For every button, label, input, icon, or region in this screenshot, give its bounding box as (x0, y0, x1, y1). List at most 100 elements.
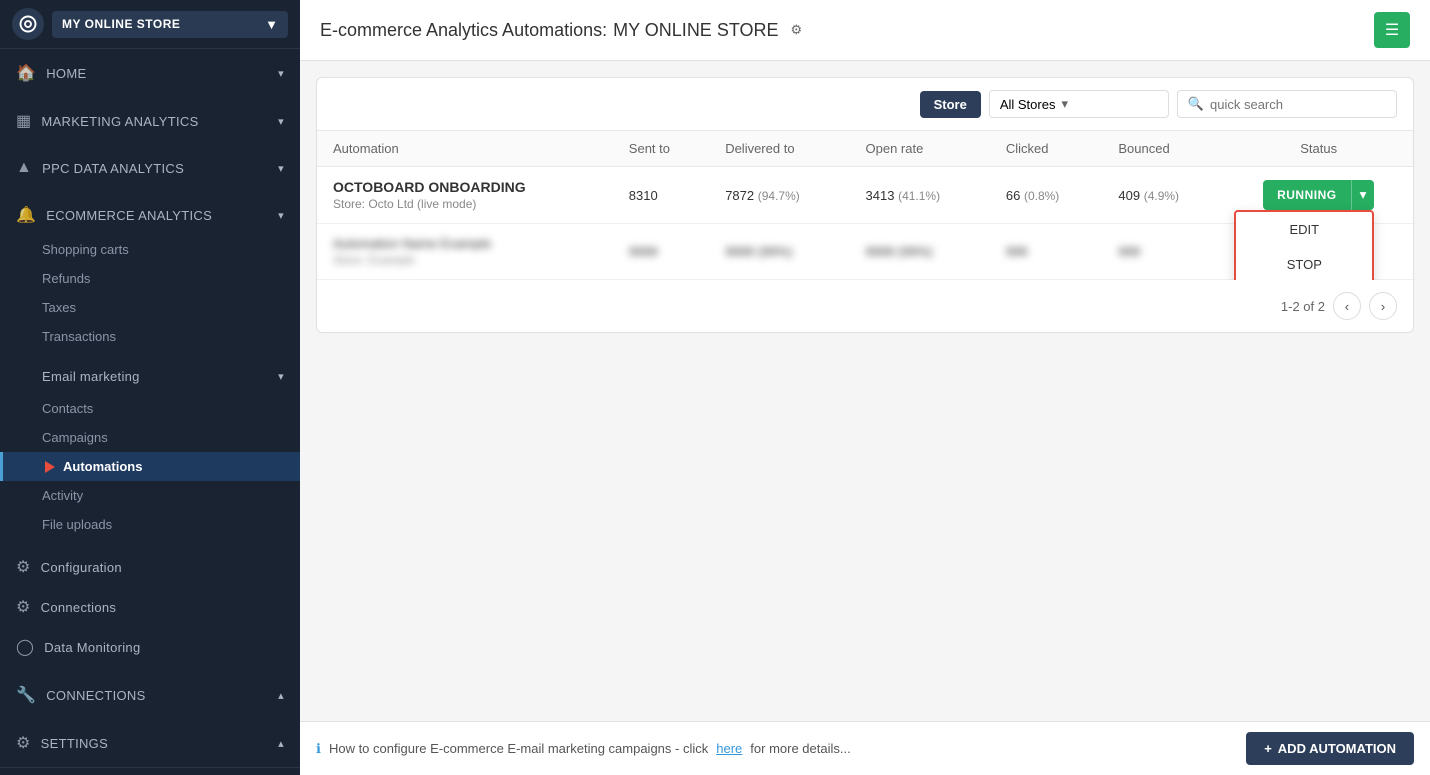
blurred-name-cell: Automation Name Example Store: Example (317, 224, 613, 280)
sidebar-item-ppc-analytics[interactable]: ▲ PPC DATA ANALYTICS ▾ (0, 149, 300, 187)
page-title: E-commerce Analytics Automations: MY ONL… (320, 20, 802, 41)
open-rate-cell: 3413 (41.1%) (850, 167, 990, 224)
nav-settings-section: ⚙ SETTINGS ▴ (0, 719, 300, 767)
content-area: Store All Stores ▾ 🔍 Automation Sent to (300, 61, 1430, 721)
sidebar-item-shopping-carts[interactable]: Shopping carts (0, 235, 300, 264)
page-title-store: MY ONLINE STORE (613, 20, 778, 41)
bounced-value: 409 (1118, 188, 1140, 203)
sidebar-item-ecommerce-analytics[interactable]: 🔔 ECOMMERCE ANALYTICS ▾ (0, 195, 300, 235)
sidebar-header: MY ONLINE STORE ▼ (0, 0, 300, 49)
table-header: Automation Sent to Delivered to Open rat… (317, 131, 1413, 167)
page-title-prefix: E-commerce Analytics Automations: (320, 20, 607, 41)
blurred-delivered: 9999 (99%) (725, 244, 792, 259)
info-suffix: for more details... (750, 741, 850, 756)
sidebar-item-refunds[interactable]: Refunds (0, 264, 300, 293)
store-selector[interactable]: MY ONLINE STORE ▼ (52, 11, 288, 38)
card-toolbar: Store All Stores ▾ 🔍 (317, 78, 1413, 131)
shopping-carts-label: Shopping carts (42, 242, 129, 257)
sidebar-item-transactions[interactable]: Transactions (0, 322, 300, 351)
status-cell: RUNNING ▾ EDIT STOP START NOW ACTIVATE (1224, 167, 1413, 224)
blurred-bounced-cell: 999 (1102, 224, 1224, 280)
chevron-down-icon: ▾ (278, 209, 284, 222)
status-wrapper: RUNNING ▾ EDIT STOP START NOW ACTIVATE (1263, 180, 1374, 210)
brand-logo (12, 8, 44, 40)
col-open-rate: Open rate (850, 131, 990, 167)
file-uploads-label: File uploads (42, 517, 112, 532)
sidebar-item-taxes[interactable]: Taxes (0, 293, 300, 322)
connections-gear-icon: ⚙ (16, 597, 31, 617)
settings-icon: ⚙ (16, 733, 31, 753)
automations-card: Store All Stores ▾ 🔍 Automation Sent to (316, 77, 1414, 333)
prev-page-button[interactable]: ‹ (1333, 292, 1361, 320)
email-marketing-label: Email marketing (42, 369, 140, 384)
nav-email-section: Email marketing ▾ Contacts Campaigns Aut… (0, 355, 300, 543)
nav-connections-section: 🔧 CONNECTIONS ▴ (0, 671, 300, 719)
sidebar-item-activity[interactable]: Activity (0, 481, 300, 510)
dropdown-edit[interactable]: EDIT (1236, 212, 1372, 247)
running-dropdown-button[interactable]: ▾ (1351, 180, 1375, 210)
chevron-down-icon: ▾ (278, 370, 284, 383)
sidebar-item-home[interactable]: 🏠 HOME ▾ (0, 53, 300, 93)
blurred-sent: 9999 (629, 244, 658, 259)
add-automation-button[interactable]: + ADD AUTOMATION (1246, 732, 1414, 765)
sidebar-item-automations[interactable]: Automations (0, 452, 300, 481)
blurred-delivered-cell: 9999 (99%) (709, 224, 849, 280)
dropdown-stop[interactable]: STOP (1236, 247, 1372, 280)
search-input[interactable] (1210, 97, 1386, 112)
sidebar-item-file-uploads[interactable]: File uploads (0, 510, 300, 539)
sidebar-item-campaigns[interactable]: Campaigns (0, 423, 300, 452)
sidebar-item-configuration[interactable]: ⚙ Configuration (0, 547, 300, 587)
delivered-pct: (94.7%) (758, 189, 800, 203)
blurred-store: Store: Example (333, 253, 597, 267)
configuration-label: Configuration (41, 560, 122, 575)
bottom-bar: ℹ How to configure E-commerce E-mail mar… (300, 721, 1430, 775)
blurred-bounced: 999 (1118, 244, 1140, 259)
wrench-icon: 🔧 (16, 685, 36, 705)
quick-search-box[interactable]: 🔍 (1177, 90, 1397, 118)
automations-table-container: Automation Sent to Delivered to Open rat… (317, 131, 1413, 280)
table-footer: 1-2 of 2 ‹ › (317, 280, 1413, 332)
dropdown-chevron-icon: ▾ (1061, 96, 1068, 112)
blurred-name: Automation Name Example (333, 236, 597, 251)
status-dropdown-menu: EDIT STOP START NOW ACTIVATE DUPLICATE (1234, 210, 1374, 280)
connections-header-label: CONNECTIONS (46, 688, 145, 703)
ppc-icon: ▲ (16, 159, 32, 177)
monitoring-icon: ◯ (16, 637, 34, 657)
bounced-cell: 409 (4.9%) (1102, 167, 1224, 224)
all-stores-value: All Stores (1000, 97, 1056, 112)
sidebar-item-connections[interactable]: ⚙ Connections (0, 587, 300, 627)
delivered-cell: 7872 (94.7%) (709, 167, 849, 224)
col-clicked: Clicked (990, 131, 1103, 167)
ecommerce-icon: 🔔 (16, 205, 36, 225)
top-bar: E-commerce Analytics Automations: MY ONL… (300, 0, 1430, 61)
chevron-down-icon: ▾ (278, 115, 284, 128)
info-icon: ℹ (316, 741, 321, 757)
clicked-value: 66 (1006, 188, 1020, 203)
col-automation: Automation (317, 131, 613, 167)
sidebar-item-data-monitoring[interactable]: ◯ Data Monitoring (0, 627, 300, 667)
activity-label: Activity (42, 488, 83, 503)
blurred-clicked-cell: 999 (990, 224, 1103, 280)
sent-to-value: 8310 (629, 188, 658, 203)
running-button[interactable]: RUNNING (1263, 180, 1351, 210)
sidebar-item-email-marketing[interactable]: Email marketing ▾ (0, 359, 300, 394)
clicked-cell: 66 (0.8%) (990, 167, 1103, 224)
sidebar-item-contacts[interactable]: Contacts (0, 394, 300, 423)
sidebar-item-marketing-label: MARKETING ANALYTICS (41, 114, 198, 129)
settings-gear-icon[interactable]: ⚙ (791, 22, 803, 38)
info-link[interactable]: here (716, 741, 742, 756)
contacts-label: Contacts (42, 401, 93, 416)
store-selector-label: MY ONLINE STORE (62, 17, 180, 31)
sidebar-item-settings[interactable]: ⚙ SETTINGS ▴ (0, 723, 300, 763)
chevron-down-icon: ▾ (278, 162, 284, 175)
next-page-button[interactable]: › (1369, 292, 1397, 320)
sidebar-item-connections-header[interactable]: 🔧 CONNECTIONS ▴ (0, 675, 300, 715)
hamburger-button[interactable]: ☰ (1374, 12, 1410, 48)
chevron-up-icon: ▴ (278, 737, 284, 750)
all-stores-dropdown[interactable]: All Stores ▾ (989, 90, 1169, 118)
refunds-label: Refunds (42, 271, 90, 286)
chevron-down-icon: ▾ (278, 67, 284, 80)
email-sub-nav: Contacts Campaigns Automations Activity … (0, 394, 300, 539)
blurred-open: 9999 (99%) (866, 244, 933, 259)
sidebar-item-marketing-analytics[interactable]: ▦ MARKETING ANALYTICS ▾ (0, 101, 300, 141)
